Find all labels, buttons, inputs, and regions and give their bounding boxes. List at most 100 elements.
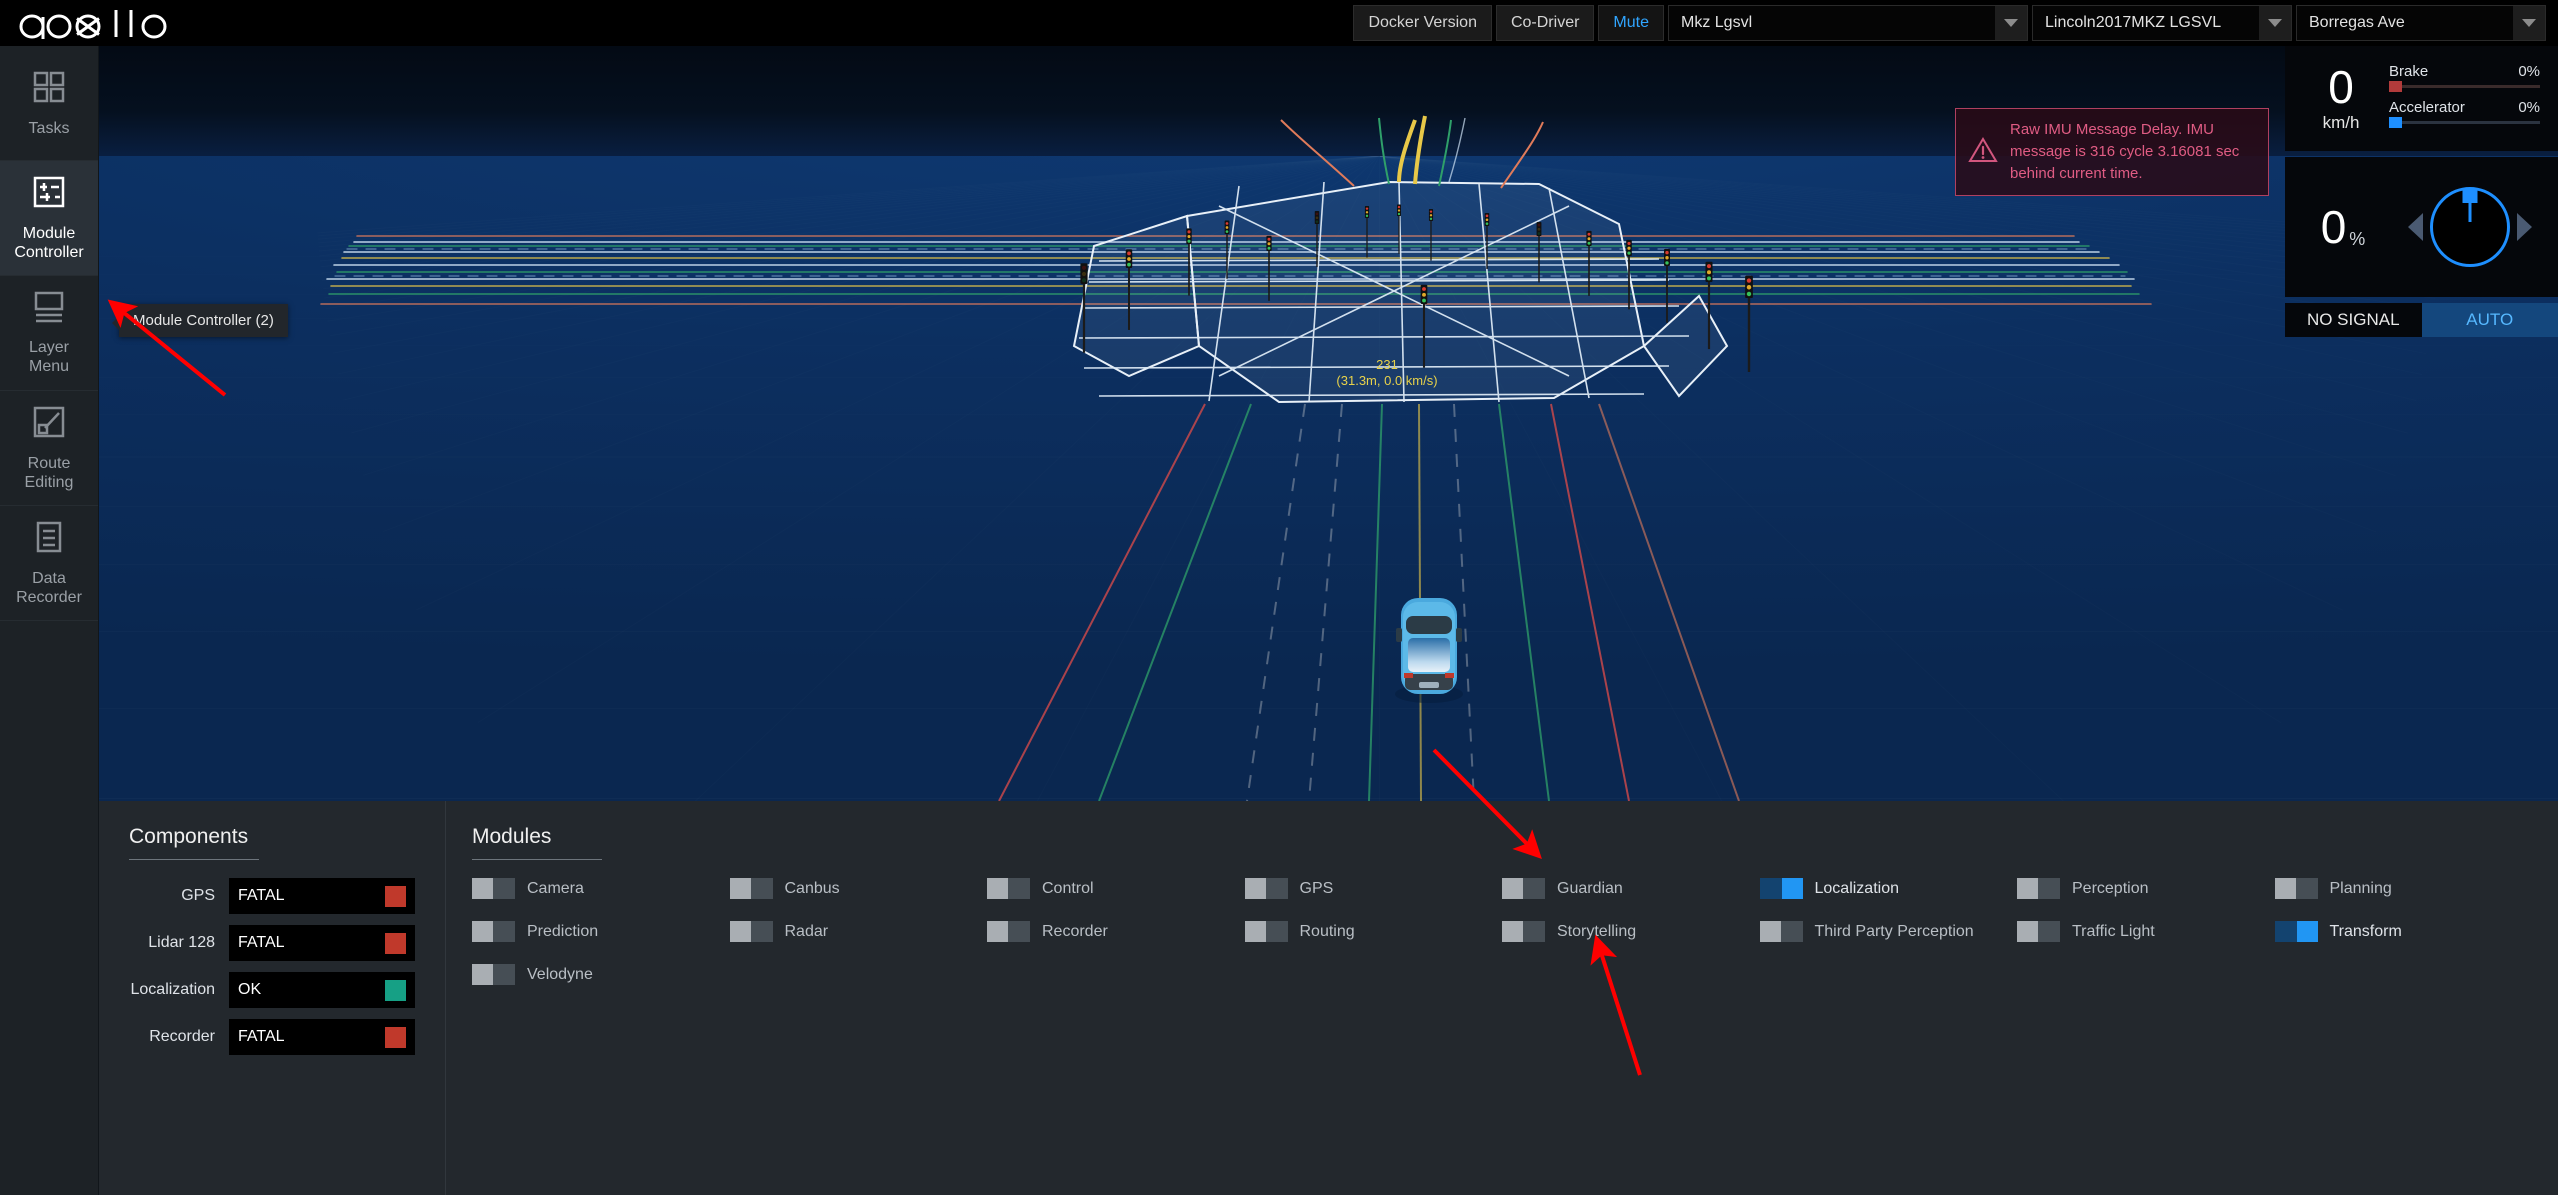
drive-mode-status[interactable]: AUTO: [2421, 303, 2558, 337]
top-header: Docker Version Co-Driver Mute Mkz Lgsvl …: [0, 0, 2558, 46]
data-recorder-icon: [31, 519, 67, 560]
module-toggle-guardian[interactable]: Guardian: [1502, 878, 1760, 899]
component-status-text: FATAL: [238, 1028, 285, 1045]
docker-version-button[interactable]: Docker Version: [1353, 5, 1492, 41]
module-toggle-third-party-perception[interactable]: Third Party Perception: [1759, 921, 2018, 942]
module-toggle-velodyne[interactable]: Velodyne: [472, 964, 730, 985]
module-toggle-gps[interactable]: GPS: [1244, 878, 1503, 899]
sidebar-item-label: Data Recorder: [16, 570, 82, 606]
divider: [472, 859, 602, 860]
brake-label: Brake: [2389, 62, 2429, 80]
module-label: GPS: [1299, 879, 1334, 897]
component-row: Lidar 128 FATAL: [129, 925, 415, 961]
module-label: Storytelling: [1557, 922, 1637, 940]
modules-panel: Modules Camera Canbus Control GPS Guardian Lo…: [446, 801, 2558, 1195]
toggle-switch[interactable]: [472, 921, 515, 942]
component-name: Localization: [130, 981, 216, 998]
sidebar-item-data-recorder[interactable]: Data Recorder: [0, 506, 98, 621]
toggle-switch[interactable]: [2017, 921, 2060, 942]
sidebar-item-layer-menu[interactable]: Layer Menu: [0, 276, 98, 391]
steering-value: 0: [2320, 201, 2347, 253]
component-status-text: FATAL: [238, 934, 285, 951]
module-label: Recorder: [1042, 922, 1108, 940]
sidebar-item-route-editing[interactable]: Route Editing: [0, 391, 98, 506]
signal-status: NO SIGNAL: [2285, 303, 2422, 337]
steering-unit: %: [2349, 229, 2366, 249]
status-indicator-icon: [385, 885, 406, 907]
toggle-switch[interactable]: [1759, 878, 1803, 899]
speed-value: 0: [2328, 61, 2354, 113]
component-name: Recorder: [149, 1028, 215, 1045]
left-sidebar: Tasks Module Controller Layer Menu Route…: [0, 46, 99, 1195]
toggle-switch[interactable]: [1502, 921, 1545, 942]
module-toggle-recorder[interactable]: Recorder: [987, 921, 1245, 942]
chevron-down-icon[interactable]: [2513, 6, 2545, 40]
module-toggle-routing[interactable]: Routing: [1244, 921, 1503, 942]
module-toggle-radar[interactable]: Radar: [729, 921, 988, 942]
bottom-panel: Components GPS FATAL Lidar 128 FATAL Localiz…: [99, 801, 2558, 1195]
module-toggle-camera[interactable]: Camera: [472, 878, 730, 899]
toggle-switch[interactable]: [987, 878, 1030, 899]
toggle-switch[interactable]: [729, 921, 773, 942]
warning-text: Raw IMU Message Delay. IMU message is 31…: [2010, 121, 2240, 182]
module-toggle-storytelling[interactable]: Storytelling: [1502, 921, 1760, 942]
toggle-switch[interactable]: [472, 878, 515, 899]
toggle-switch[interactable]: [729, 878, 773, 899]
left-turn-indicator-icon: [2407, 213, 2423, 241]
components-panel: Components GPS FATAL Lidar 128 FATAL Localiz…: [99, 801, 446, 1195]
module-toggle-canbus[interactable]: Canbus: [729, 878, 988, 899]
toggle-switch[interactable]: [1759, 921, 1803, 942]
module-label: Camera: [527, 879, 584, 897]
route-editing-icon: [31, 404, 67, 445]
layer-menu-icon: [31, 290, 67, 329]
right-turn-indicator-icon: [2516, 213, 2532, 241]
module-toggle-traffic-light[interactable]: Traffic Light: [2017, 921, 2275, 942]
module-toggle-planning[interactable]: Planning: [2274, 878, 2533, 899]
speed-panel: 0 km/h Brake 0% Accelerator 0%: [2285, 46, 2558, 151]
module-toggle-perception[interactable]: Perception: [2017, 878, 2275, 899]
mute-button[interactable]: Mute: [1598, 5, 1664, 41]
apollo-logo: [18, 0, 208, 46]
toggle-switch[interactable]: [2017, 878, 2060, 899]
component-status-text: FATAL: [238, 887, 285, 904]
co-driver-button[interactable]: Co-Driver: [1495, 5, 1595, 41]
component-status-badge: FATAL: [229, 878, 415, 914]
module-toggle-control[interactable]: Control: [987, 878, 1245, 899]
map-select[interactable]: Borregas Ave: [2296, 5, 2546, 41]
module-toggle-prediction[interactable]: Prediction: [472, 921, 730, 942]
accelerator-bar: [2389, 116, 2540, 128]
accelerator-label: Accelerator: [2389, 98, 2465, 116]
module-toggle-transform[interactable]: Transform: [2274, 921, 2533, 942]
toggle-switch[interactable]: [472, 964, 515, 985]
speed-unit: km/h: [2322, 113, 2360, 132]
tasks-icon: [31, 69, 67, 110]
toggle-switch[interactable]: [2274, 921, 2318, 942]
mode-select[interactable]: Mkz Lgsvl: [1668, 5, 2028, 41]
module-label: Control: [1042, 879, 1094, 897]
vehicle-select[interactable]: Lincoln2017MKZ LGSVL: [2032, 5, 2292, 41]
sidebar-item-module-controller[interactable]: Module Controller: [0, 161, 98, 276]
brake-gauge: Brake 0%: [2389, 62, 2540, 92]
chevron-down-icon[interactable]: [1995, 6, 2027, 40]
module-controller-tooltip: Module Controller (2): [112, 304, 288, 337]
modules-grid: Camera Canbus Control GPS Guardian Localizati…: [472, 878, 2532, 1007]
module-label: Velodyne: [527, 965, 593, 983]
toggle-switch[interactable]: [2274, 878, 2318, 899]
3d-scene-viewport[interactable]: 231 (31.3m, 0.0 km/s) Module Controller …: [99, 46, 2558, 801]
status-indicator-icon: [385, 979, 406, 1001]
speed-readout: 0 km/h: [2293, 64, 2389, 133]
component-row: GPS FATAL: [129, 878, 415, 914]
sidebar-item-label: Tasks: [28, 119, 70, 137]
chevron-down-icon[interactable]: [2259, 6, 2291, 40]
toggle-switch[interactable]: [987, 921, 1030, 942]
steering-panel: 0%: [2285, 157, 2558, 297]
toggle-switch[interactable]: [1244, 878, 1288, 899]
toggle-switch[interactable]: [1502, 878, 1545, 899]
module-toggle-localization[interactable]: Localization: [1759, 878, 2018, 899]
steering-wheel-widget: [2391, 187, 2548, 267]
status-indicator-icon: [385, 1026, 406, 1048]
components-title: Components: [129, 825, 249, 848]
module-label: Canbus: [784, 879, 840, 897]
sidebar-item-tasks[interactable]: Tasks: [0, 46, 98, 161]
toggle-switch[interactable]: [1244, 921, 1288, 942]
